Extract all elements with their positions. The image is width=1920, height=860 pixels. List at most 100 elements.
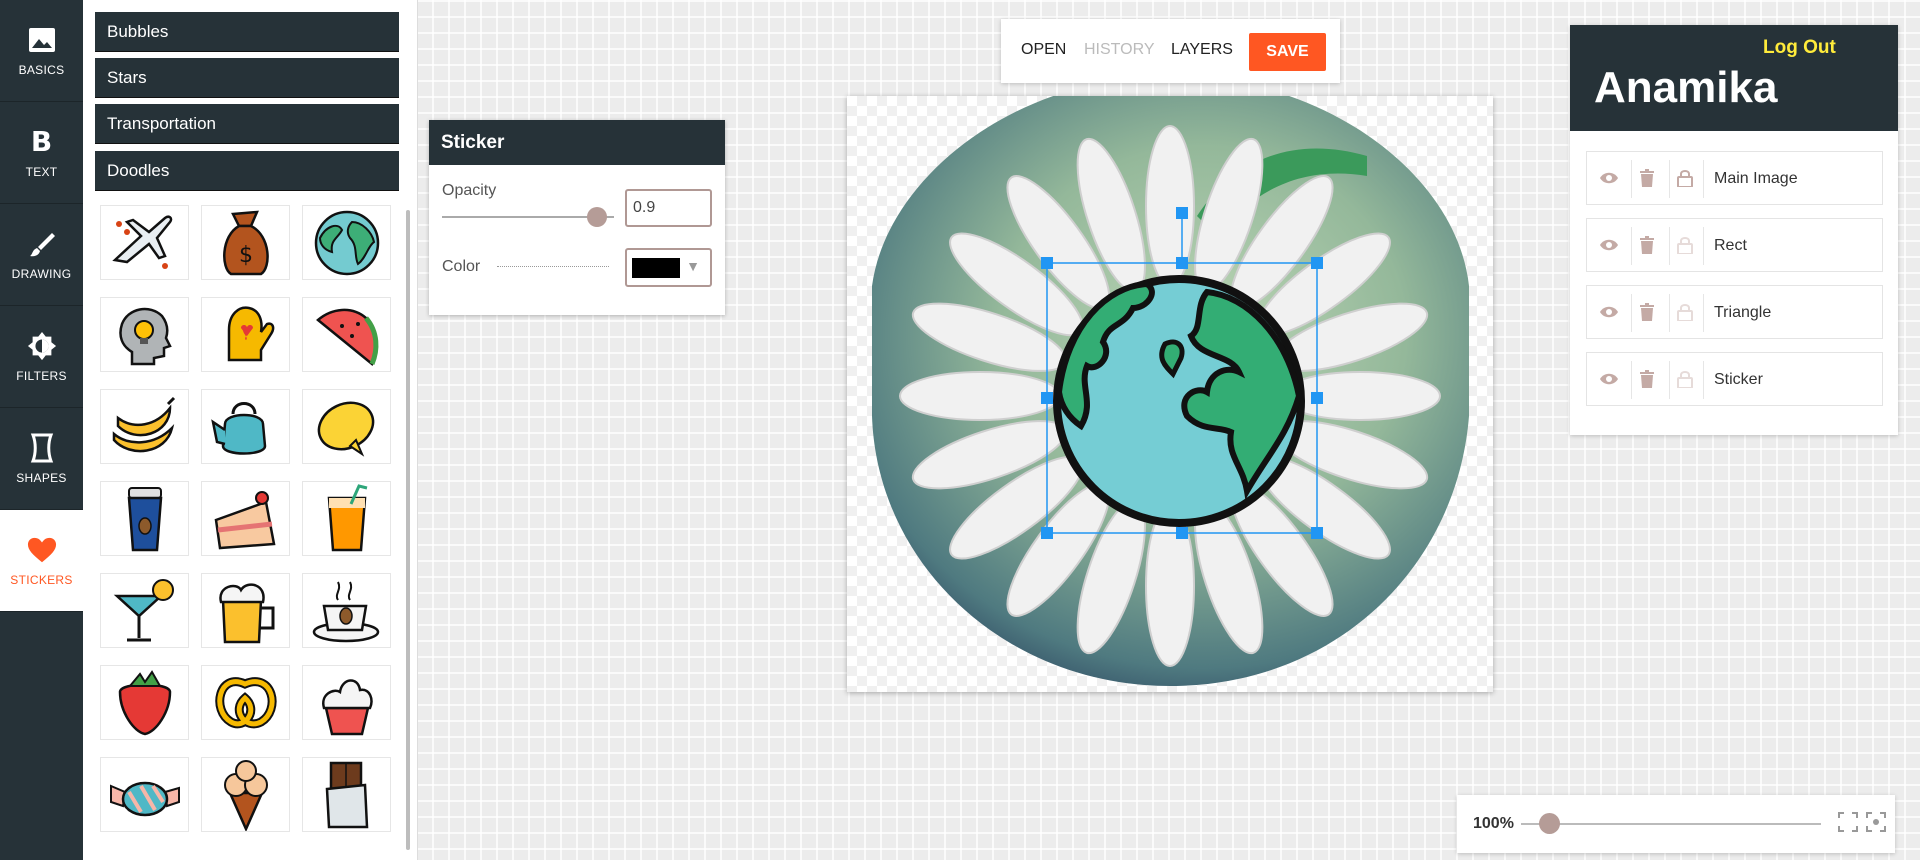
nav-shapes[interactable]: SHAPES (0, 408, 83, 510)
user-layers-panel: Log Out Anamika Main Image Rect Triangle (1570, 25, 1898, 435)
globe-sticker[interactable] (302, 205, 391, 280)
opacity-slider-knob[interactable] (587, 207, 607, 227)
fit-screen-icon[interactable] (1838, 812, 1860, 834)
layer-separator (1703, 294, 1704, 332)
resize-handle-se[interactable] (1311, 527, 1323, 539)
resize-handle-s[interactable] (1176, 527, 1188, 539)
brush-icon (27, 229, 57, 259)
layer-separator (1669, 160, 1670, 198)
resize-handle-n[interactable] (1176, 257, 1188, 269)
category-doodles[interactable]: Doodles (95, 151, 399, 191)
delete-trash-icon[interactable] (1637, 369, 1657, 389)
idea-head-sticker[interactable] (100, 297, 189, 372)
cocktail-sticker[interactable] (100, 573, 189, 648)
layer-name: Main Image (1714, 170, 1798, 187)
pretzel-sticker[interactable] (201, 665, 290, 740)
cupcake-sticker[interactable] (302, 665, 391, 740)
money-bag-sticker[interactable]: $ (201, 205, 290, 280)
user-header: Log Out Anamika (1570, 25, 1898, 131)
lemon-sticker[interactable] (302, 389, 391, 464)
layer-row[interactable]: Triangle (1586, 285, 1883, 339)
nav-basics[interactable]: BASICS (0, 0, 83, 102)
nav-drawing-label: DRAWING (11, 266, 72, 281)
category-transportation[interactable]: Transportation (95, 104, 399, 144)
layer-separator (1669, 227, 1670, 265)
color-swatch (632, 258, 680, 278)
sticker-library: Bubbles Stars Transportation Doodles $ (83, 0, 418, 860)
nav-drawing[interactable]: DRAWING (0, 204, 83, 306)
strawberry-sticker[interactable] (100, 665, 189, 740)
color-picker[interactable]: ▼ (625, 248, 712, 287)
nav-stickers[interactable]: STICKERS (0, 510, 83, 612)
library-scrollbar[interactable] (406, 210, 410, 850)
bold-text-icon: B (30, 125, 53, 158)
watermelon-sticker[interactable] (302, 297, 391, 372)
nav-stickers-label: STICKERS (10, 572, 73, 587)
oven-mitt-sticker[interactable] (201, 297, 290, 372)
lock-icon[interactable] (1675, 168, 1695, 188)
chocolate-bar-sticker[interactable] (302, 757, 391, 832)
image-icon (27, 25, 57, 55)
sticker-properties-panel: Sticker Opacity 0.9 Color ▼ (429, 120, 725, 315)
unlock-icon[interactable] (1675, 302, 1695, 322)
opacity-input[interactable]: 0.9 (625, 189, 712, 227)
layers-button[interactable]: LAYERS (1171, 41, 1233, 59)
resize-handle-ne[interactable] (1311, 257, 1323, 269)
bananas-sticker[interactable] (100, 389, 189, 464)
resize-handle-e[interactable] (1311, 392, 1323, 404)
nav-filters[interactable]: FILTERS (0, 306, 83, 408)
delete-trash-icon[interactable] (1637, 168, 1657, 188)
unlock-icon[interactable] (1675, 369, 1695, 389)
layer-row[interactable]: Main Image (1586, 151, 1883, 205)
ice-cream-sticker[interactable] (201, 757, 290, 832)
visibility-eye-icon[interactable] (1599, 369, 1619, 389)
nav-shapes-label: SHAPES (16, 470, 67, 485)
layer-separator (1669, 361, 1670, 399)
dropdown-caret-icon: ▼ (686, 258, 700, 274)
zoom-level: 100% (1473, 815, 1514, 832)
layer-separator (1669, 294, 1670, 332)
coffee-saucer-sticker[interactable] (302, 573, 391, 648)
editor-canvas[interactable] (847, 96, 1493, 692)
category-stars[interactable]: Stars (95, 58, 399, 98)
globe-sticker-layer[interactable] (1053, 275, 1305, 527)
rotate-handle[interactable] (1176, 207, 1188, 219)
teapot-sticker[interactable] (201, 389, 290, 464)
focus-center-icon[interactable] (1866, 812, 1888, 834)
zoom-slider-knob[interactable] (1539, 813, 1560, 834)
layer-row[interactable]: Rect (1586, 218, 1883, 272)
zoom-slider-track[interactable] (1521, 823, 1821, 825)
candy-sticker[interactable] (100, 757, 189, 832)
cake-slice-sticker[interactable] (201, 481, 290, 556)
open-button[interactable]: OPEN (1021, 41, 1066, 59)
layer-separator (1631, 361, 1632, 399)
delete-trash-icon[interactable] (1637, 302, 1657, 322)
juice-glass-sticker[interactable] (302, 481, 391, 556)
save-button[interactable]: SAVE (1249, 33, 1326, 71)
category-bubbles[interactable]: Bubbles (95, 12, 399, 52)
layer-row[interactable]: Sticker (1586, 352, 1883, 406)
properties-title: Sticker (429, 120, 725, 165)
history-button[interactable]: HISTORY (1084, 41, 1155, 59)
visibility-eye-icon[interactable] (1599, 302, 1619, 322)
resize-handle-sw[interactable] (1041, 527, 1053, 539)
user-name: Anamika (1594, 63, 1778, 112)
visibility-eye-icon[interactable] (1599, 168, 1619, 188)
airplane-sticker[interactable] (100, 205, 189, 280)
layer-separator (1703, 227, 1704, 265)
delete-trash-icon[interactable] (1637, 235, 1657, 255)
unlock-icon[interactable] (1675, 235, 1695, 255)
visibility-eye-icon[interactable] (1599, 235, 1619, 255)
coffee-cup-sticker[interactable] (100, 481, 189, 556)
contrast-icon (27, 331, 57, 361)
layer-separator (1631, 294, 1632, 332)
resize-handle-w[interactable] (1041, 392, 1053, 404)
heart-icon (27, 535, 57, 565)
shape-icon (27, 433, 57, 463)
resize-handle-nw[interactable] (1041, 257, 1053, 269)
logout-link[interactable]: Log Out (1763, 37, 1836, 59)
layer-name: Sticker (1714, 371, 1763, 388)
opacity-label: Opacity (442, 182, 497, 199)
nav-text[interactable]: B TEXT (0, 102, 83, 204)
beer-mug-sticker[interactable] (201, 573, 290, 648)
